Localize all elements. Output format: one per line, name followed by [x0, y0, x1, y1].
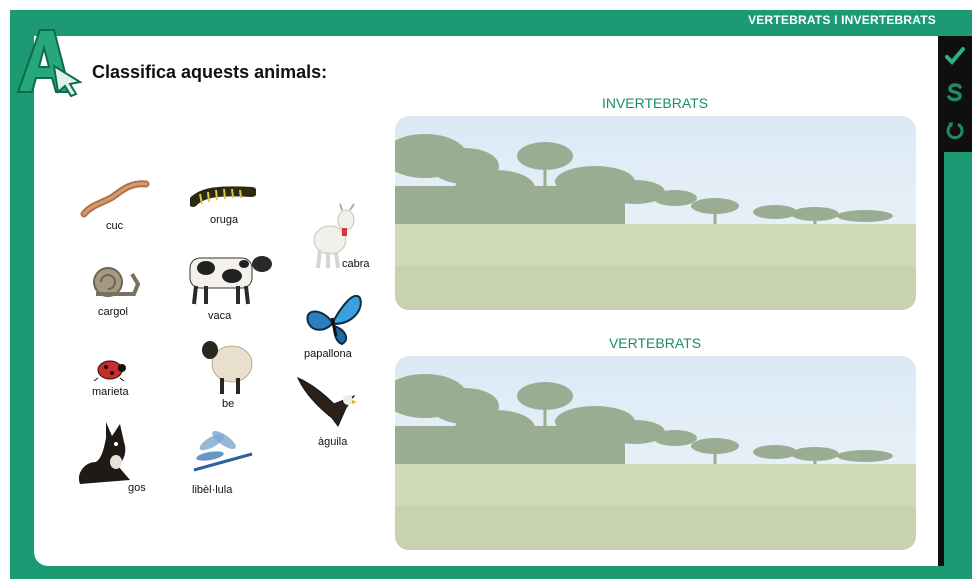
- animal-label: cargol: [98, 306, 128, 318]
- check-icon: [945, 47, 965, 65]
- worm-icon: [80, 180, 150, 218]
- animal-label: vaca: [208, 310, 232, 322]
- reset-icon: [946, 122, 964, 140]
- drop-zone-invertebrates[interactable]: [395, 116, 916, 310]
- animal-label: oruga: [210, 214, 239, 226]
- side-toolbar: [938, 36, 972, 152]
- animal-label: libèl·lula: [192, 484, 233, 496]
- animal-card-aguila[interactable]: àguila: [296, 374, 362, 450]
- zone-title-vertebrates: VERTEBRATS: [608, 335, 702, 351]
- sheep-icon: [202, 341, 253, 394]
- animal-card-papallona[interactable]: papallona: [302, 288, 368, 364]
- reset-button[interactable]: [938, 112, 972, 148]
- app-frame: VERTEBRATS I INVERTEBRATS Classifica aqu…: [0, 0, 972, 579]
- animal-label: papallona: [304, 348, 352, 360]
- activity-title: VERTEBRATS I INVERTEBRATS: [748, 13, 936, 27]
- animal-label: cabra: [342, 258, 370, 270]
- animal-card-cuc[interactable]: cuc: [80, 174, 150, 234]
- animal-card-oruga[interactable]: oruga: [190, 184, 260, 230]
- animal-card-cargol[interactable]: cargol: [86, 264, 146, 322]
- solution-s-icon: [947, 83, 962, 102]
- animal-card-marieta[interactable]: marieta: [90, 356, 140, 404]
- animal-label: be: [222, 398, 235, 410]
- caterpillar-icon: [190, 186, 256, 207]
- animal-label: gos: [128, 482, 146, 494]
- activity-logo-icon: [14, 26, 92, 98]
- check-button[interactable]: [938, 38, 972, 74]
- dog-icon: [78, 422, 130, 484]
- drop-zone-vertebrates[interactable]: [395, 356, 916, 550]
- toolbar-shadow: [938, 152, 944, 566]
- dragonfly-icon: [193, 430, 253, 472]
- animal-card-gos[interactable]: gos: [72, 418, 152, 498]
- solution-button[interactable]: [938, 74, 972, 110]
- cow-icon: [189, 256, 272, 305]
- animal-label: àguila: [318, 436, 348, 448]
- landscape-image: [395, 116, 916, 310]
- zone-title-invertebrates: INVERTEBRATS: [601, 95, 709, 111]
- animal-card-cabra[interactable]: cabra: [306, 202, 378, 274]
- snail-icon: [93, 267, 141, 297]
- animal-label: marieta: [92, 386, 129, 398]
- instruction-text: Classifica aquests animals:: [92, 62, 328, 82]
- animal-card-be[interactable]: be: [198, 336, 258, 412]
- eagle-icon: [297, 377, 357, 427]
- ladybug-icon: [93, 360, 126, 382]
- butterfly-icon: [306, 295, 362, 346]
- animal-card-vaca[interactable]: vaca: [184, 250, 276, 324]
- animal-card-libellula[interactable]: libèl·lula: [188, 430, 260, 500]
- animal-label: cuc: [106, 220, 124, 232]
- landscape-image: [395, 356, 916, 550]
